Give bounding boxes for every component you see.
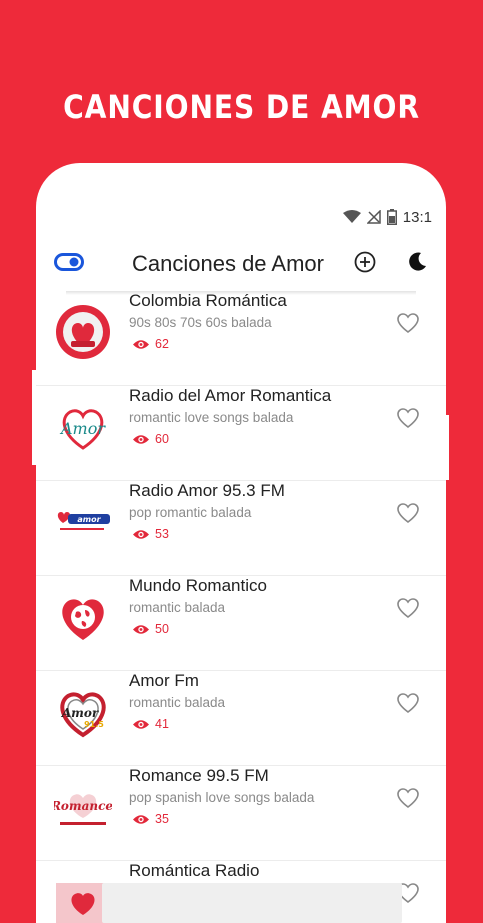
- station-list-item[interactable]: Colombia Romántica 90s 80s 70s 60s balad…: [36, 291, 446, 386]
- eye-icon: [133, 434, 149, 444]
- station-name: Romance 99.5 FM: [129, 766, 269, 785]
- eye-icon: [133, 339, 149, 349]
- toggle-icon[interactable]: [54, 253, 84, 271]
- mini-player-bar[interactable]: [102, 883, 402, 923]
- svg-text:Amor: Amor: [59, 419, 106, 438]
- mundo-romantico-logo: [62, 599, 104, 640]
- view-count: 53: [133, 527, 169, 541]
- wifi-icon: [342, 210, 361, 223]
- view-count-value: 62: [155, 337, 169, 351]
- station-tags: pop spanish love songs balada: [129, 790, 315, 805]
- view-count: 62: [133, 337, 169, 351]
- eye-icon: [133, 624, 149, 634]
- amor-fm-logo: Amor 91.5: [60, 692, 106, 738]
- station-list-item[interactable]: Romance Romance 99.5 FM pop spanish love…: [36, 766, 446, 861]
- svg-text:amor: amor: [77, 515, 101, 524]
- view-count-value: 53: [155, 527, 169, 541]
- station-tags: romantic balada: [129, 600, 226, 615]
- station-name: Radio Amor 95.3 FM: [129, 481, 285, 500]
- svg-text:91.5: 91.5: [84, 720, 104, 729]
- station-name: Radio del Amor Romantica: [129, 386, 332, 405]
- view-count: 60: [133, 432, 169, 446]
- station-tags: pop romantic balada: [129, 505, 252, 520]
- favorite-heart-icon[interactable]: [396, 786, 420, 810]
- eye-icon: [133, 719, 149, 729]
- favorite-heart-icon[interactable]: [396, 501, 420, 525]
- view-count-value: 35: [155, 812, 169, 826]
- station-tags: romantic balada: [129, 695, 226, 710]
- moon-icon[interactable]: [406, 251, 428, 273]
- station-name: Mundo Romantico: [129, 576, 267, 595]
- station-list-item[interactable]: Amor Radio del Amor Romantica romantic l…: [36, 386, 446, 481]
- promo-title: CANCIONES DE AMOR: [63, 88, 420, 126]
- station-list-item[interactable]: Mundo Romantico romantic balada 50: [36, 576, 446, 671]
- view-count-value: 50: [155, 622, 169, 636]
- view-count-value: 41: [155, 717, 169, 731]
- eye-icon: [133, 814, 149, 824]
- phone-screen: 13:1 Canciones de Amor Colombia Romántic…: [36, 163, 446, 923]
- app-title: Canciones de Amor: [132, 251, 324, 276]
- svg-text:Romance: Romance: [54, 799, 112, 813]
- phone-side-button: [446, 415, 449, 480]
- status-time: 13:1: [402, 208, 432, 226]
- station-list: Colombia Romántica 90s 80s 70s 60s balad…: [36, 291, 446, 923]
- view-count-value: 60: [155, 432, 169, 446]
- station-list-item[interactable]: amor Radio Amor 95.3 FM pop romantic bal…: [36, 481, 446, 576]
- app-bar: Canciones de Amor: [36, 241, 446, 291]
- battery-icon: [386, 209, 397, 225]
- favorite-heart-icon[interactable]: [396, 311, 420, 335]
- svg-text:Amor: Amor: [61, 706, 100, 720]
- radio-del-amor-logo: Amor: [59, 409, 106, 450]
- station-name: Colombia Romántica: [129, 291, 287, 310]
- colombia-romantica-logo: [56, 305, 110, 359]
- station-list-item[interactable]: Amor 91.5 Amor Fm romantic balada 41: [36, 671, 446, 766]
- station-tags: romantic love songs balada: [129, 410, 294, 425]
- status-bar: 13:1: [342, 207, 432, 227]
- add-circle-icon[interactable]: [354, 251, 376, 273]
- view-count: 35: [133, 812, 169, 826]
- romance-995-logo: Romance: [54, 794, 112, 825]
- no-signal-icon: [366, 210, 381, 224]
- station-name: Amor Fm: [129, 671, 199, 690]
- view-count: 41: [133, 717, 169, 731]
- station-name: Romántica Radio: [129, 861, 260, 880]
- radio-amor-953-logo: amor: [57, 512, 110, 530]
- station-tags: 90s 80s 70s 60s balada: [129, 315, 272, 330]
- view-count: 50: [133, 622, 169, 636]
- favorite-heart-icon[interactable]: [396, 406, 420, 430]
- favorite-heart-icon[interactable]: [396, 596, 420, 620]
- eye-icon: [133, 529, 149, 539]
- favorite-heart-icon[interactable]: [396, 691, 420, 715]
